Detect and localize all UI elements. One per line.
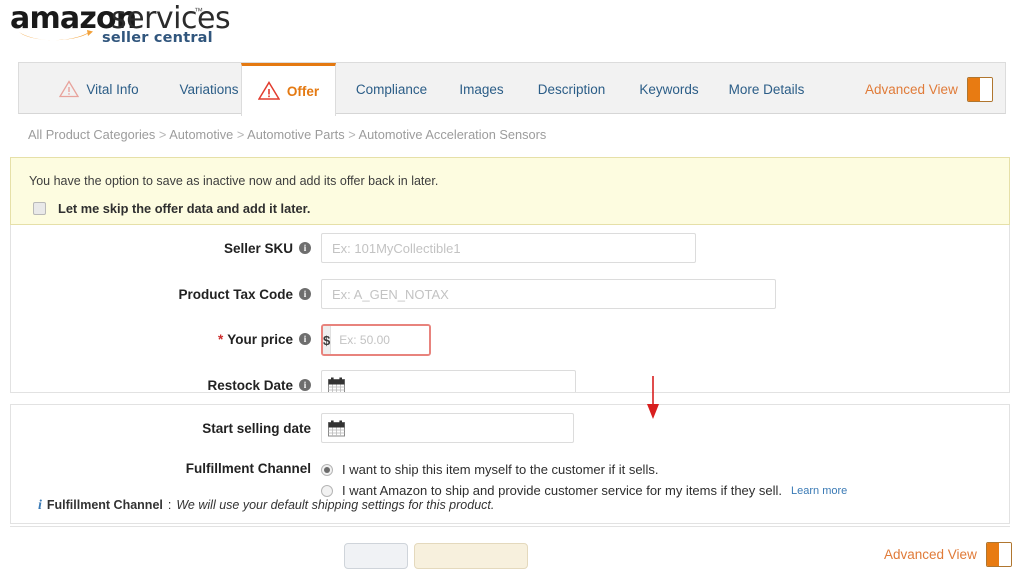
breadcrumb: All Product Categories > Automotive > Au… [28, 127, 546, 142]
breadcrumb-item-1[interactable]: Automotive [169, 127, 233, 142]
banner-message: You have the option to save as inactive … [29, 174, 438, 188]
amazon-smile-arrow-icon [17, 28, 95, 44]
warning-triangle-icon [59, 80, 79, 98]
your-price-input-group: $ [321, 324, 431, 356]
skip-offer-checkbox-row[interactable]: Let me skip the offer data and add it la… [33, 201, 310, 216]
tab-label: Description [538, 82, 606, 97]
product-tax-code-input[interactable] [321, 279, 776, 309]
field-row-fulfillment-channel: Fulfillment Channel I want to ship this … [11, 458, 1009, 498]
skip-offer-checkbox-label: Let me skip the offer data and add it la… [58, 201, 310, 216]
fulfillment-channel-options: I want to ship this item myself to the c… [321, 458, 847, 498]
logo-trademark: ™ [194, 6, 203, 16]
start-selling-date-label-group: Start selling date [11, 413, 321, 443]
field-row-start-selling-date: Start selling date [11, 413, 1009, 443]
radio-option-merchant-fulfilled[interactable]: I want to ship this item myself to the c… [321, 462, 847, 477]
tab-bar: Vital Info Variations Offer Compliance I… [18, 62, 1006, 114]
checkbox-unchecked-icon[interactable] [33, 202, 46, 215]
info-circle-icon[interactable]: i [299, 333, 311, 345]
info-circle-icon[interactable]: i [299, 288, 311, 300]
advanced-view-label: Advanced View [884, 547, 977, 562]
breadcrumb-separator: > [159, 127, 166, 142]
field-label: Seller SKU [224, 241, 293, 256]
field-row-restock-date: Restock Date i [11, 370, 1009, 393]
tab-label: Images [459, 82, 503, 97]
breadcrumb-separator: > [348, 127, 355, 142]
tab-compliance[interactable]: Compliance [339, 63, 444, 115]
info-circle-icon[interactable]: i [299, 242, 311, 254]
fulfillment-channel-footnote: i Fulfillment Channel : We will use your… [38, 498, 494, 514]
tab-vital-info[interactable]: Vital Info [39, 63, 159, 115]
restock-date-label-group: Restock Date i [11, 370, 321, 393]
radio-option-label: I want to ship this item myself to the c… [342, 462, 658, 477]
advanced-view-toggle-bottom[interactable]: Advanced View [884, 542, 1012, 567]
field-label: Fulfillment Channel [186, 461, 311, 476]
toggle-switch-icon[interactable] [967, 77, 993, 102]
your-price-input[interactable] [331, 326, 431, 354]
radio-unselected-icon[interactable] [321, 485, 333, 497]
field-label: Start selling date [202, 421, 311, 436]
info-italic-icon: i [38, 498, 42, 514]
calendar-icon [328, 377, 345, 394]
cancel-button[interactable]: Cancel [344, 543, 408, 569]
advanced-view-toggle-top[interactable]: Advanced View [865, 63, 993, 115]
tab-label: Offer [287, 84, 319, 99]
tab-images[interactable]: Images [444, 63, 519, 115]
fulfillment-channel-label-group: Fulfillment Channel [11, 458, 321, 488]
radio-selected-icon[interactable] [321, 464, 333, 476]
seller-sku-input[interactable] [321, 233, 696, 263]
footer-divider [10, 526, 1010, 527]
product-tax-code-label-group: Product Tax Code i [11, 279, 321, 309]
footnote-text: We will use your default shipping settin… [176, 498, 494, 512]
offer-form-panel-top: Seller SKU i Product Tax Code i * Your p… [10, 225, 1010, 393]
amazon-services-logo: amazon services ™ seller central [10, 2, 240, 50]
tab-more-details[interactable]: More Details [714, 63, 819, 115]
your-price-label-group: * Your price i [11, 324, 321, 354]
required-marker: * [218, 332, 223, 347]
info-circle-icon[interactable]: i [299, 379, 311, 391]
tab-label: Vital Info [86, 82, 138, 97]
footnote-label: Fulfillment Channel [47, 498, 163, 512]
advanced-view-label: Advanced View [865, 82, 958, 97]
calendar-icon [328, 420, 345, 437]
breadcrumb-item-3[interactable]: Automotive Acceleration Sensors [359, 127, 547, 142]
start-selling-date-input[interactable] [321, 413, 574, 443]
skip-offer-banner: You have the option to save as inactive … [10, 157, 1010, 225]
tab-label: More Details [729, 82, 805, 97]
currency-prefix: $ [323, 326, 331, 354]
tab-label: Variations [179, 82, 238, 97]
breadcrumb-separator: > [237, 127, 244, 142]
field-row-your-price: * Your price i $ [11, 324, 1009, 356]
save-and-finish-button[interactable]: Save and finish [414, 543, 528, 569]
field-label: Your price [227, 332, 293, 347]
seller-sku-label-group: Seller SKU i [11, 233, 321, 263]
tab-label: Keywords [639, 82, 698, 97]
toggle-switch-icon[interactable] [986, 542, 1012, 567]
breadcrumb-item-0[interactable]: All Product Categories [28, 127, 155, 142]
field-row-product-tax-code: Product Tax Code i [11, 279, 1009, 309]
learn-more-link[interactable]: Learn more [791, 485, 847, 497]
radio-option-label: I want Amazon to ship and provide custom… [342, 483, 782, 498]
tab-label: Compliance [356, 82, 427, 97]
tab-keywords[interactable]: Keywords [624, 63, 714, 115]
breadcrumb-item-2[interactable]: Automotive Parts [247, 127, 344, 142]
tab-offer[interactable]: Offer [241, 63, 336, 116]
field-label: Product Tax Code [178, 287, 293, 302]
footnote-separator: : [168, 498, 171, 512]
logo-seller-central-text: seller central [102, 30, 213, 46]
field-label: Restock Date [207, 378, 293, 393]
field-row-seller-sku: Seller SKU i [11, 233, 1009, 263]
restock-date-input[interactable] [321, 370, 576, 393]
radio-option-amazon-fulfilled[interactable]: I want Amazon to ship and provide custom… [321, 483, 847, 498]
tab-description[interactable]: Description [519, 63, 624, 115]
warning-triangle-icon [258, 81, 280, 101]
